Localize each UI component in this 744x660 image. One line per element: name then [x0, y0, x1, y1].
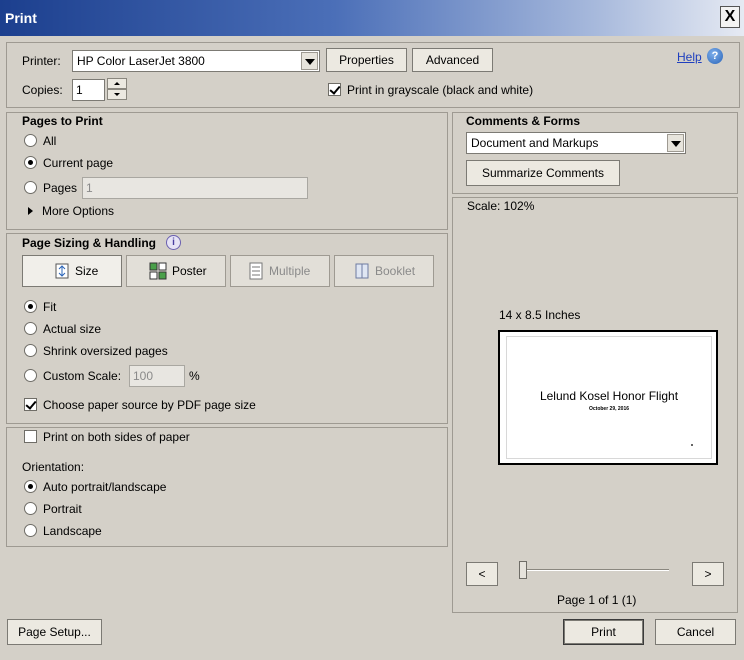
scale-custom-radio[interactable]: [24, 369, 37, 382]
page-status: Page 1 of 1 (1): [557, 593, 637, 607]
poster-icon: [149, 262, 167, 280]
orientation-landscape-radio[interactable]: [24, 524, 37, 537]
expand-triangle-icon[interactable]: [28, 207, 33, 215]
pages-range-input[interactable]: 1: [82, 177, 308, 199]
custom-scale-input[interactable]: 100: [129, 365, 185, 387]
title-bar: Print X: [0, 0, 744, 36]
scale-shrink-label: Shrink oversized pages: [43, 344, 168, 358]
mode-poster-button[interactable]: Poster: [126, 255, 226, 287]
comments-forms-value: Document and Markups: [471, 136, 599, 150]
pages-current-label: Current page: [43, 156, 114, 170]
scale-shrink-radio[interactable]: [24, 344, 37, 357]
percent-label: %: [189, 369, 200, 383]
print-button[interactable]: Print: [563, 619, 644, 645]
more-options-toggle[interactable]: More Options: [42, 204, 114, 218]
printer-label: Printer:: [22, 54, 61, 68]
page-setup-button[interactable]: Page Setup...: [7, 619, 102, 645]
scale-actual-label: Actual size: [43, 322, 102, 336]
preview-document-title: Lelund Kosel Honor Flight: [539, 389, 679, 403]
page-slider-track[interactable]: [523, 569, 669, 571]
size-icon: [55, 263, 69, 279]
page-preview: Lelund Kosel Honor Flight October 29, 20…: [498, 330, 718, 465]
help-icon[interactable]: ?: [707, 48, 723, 64]
comments-forms-select[interactable]: Document and Markups: [466, 132, 686, 154]
pages-range-label: Pages: [43, 181, 78, 195]
multiple-icon: [249, 262, 263, 280]
paper-source-checkbox[interactable]: [24, 398, 37, 411]
paper-source-label: Choose paper source by PDF page size: [43, 398, 256, 412]
dialog-title: Print: [5, 10, 37, 26]
both-sides-checkbox[interactable]: [24, 430, 37, 443]
mode-size-label: Size: [75, 264, 99, 278]
pages-all-label: All: [43, 134, 57, 148]
close-button[interactable]: X: [720, 6, 740, 28]
booklet-icon: [355, 263, 369, 279]
advanced-button[interactable]: Advanced: [412, 48, 493, 72]
summarize-comments-button[interactable]: Summarize Comments: [466, 160, 620, 186]
scale-custom-label: Custom Scale:: [43, 369, 122, 383]
pages-all-radio[interactable]: [24, 134, 37, 147]
pages-range-radio[interactable]: [24, 181, 37, 194]
page-size-label: 14 x 8.5 Inches: [499, 308, 581, 322]
printer-value: HP Color LaserJet 3800: [77, 54, 205, 68]
scale-actual-radio[interactable]: [24, 322, 37, 335]
page-sizing-title: Page Sizing & Handling: [22, 236, 157, 250]
info-icon[interactable]: i: [166, 235, 181, 250]
copies-input[interactable]: 1: [72, 79, 105, 101]
cancel-button[interactable]: Cancel: [655, 619, 736, 645]
orientation-label: Orientation:: [22, 460, 85, 474]
orientation-auto-radio[interactable]: [24, 480, 37, 493]
mode-multiple-button[interactable]: Multiple: [230, 255, 330, 287]
copies-increment-button[interactable]: [107, 78, 127, 89]
scale-fit-radio[interactable]: [24, 300, 37, 313]
close-icon: X: [724, 8, 736, 25]
grayscale-checkbox[interactable]: [328, 83, 341, 96]
pages-to-print-title: Pages to Print: [22, 114, 103, 128]
mode-size-button[interactable]: Size: [22, 255, 122, 287]
orientation-auto-label: Auto portrait/landscape: [43, 480, 167, 494]
mode-poster-label: Poster: [172, 264, 207, 278]
mode-multiple-label: Multiple: [269, 264, 311, 278]
orientation-landscape-label: Landscape: [43, 524, 102, 538]
page-slider-thumb[interactable]: [519, 561, 527, 579]
orientation-portrait-label: Portrait: [43, 502, 82, 516]
orientation-portrait-radio[interactable]: [24, 502, 37, 515]
copies-label: Copies:: [22, 83, 63, 97]
scale-fit-label: Fit: [43, 300, 57, 314]
mode-booklet-button[interactable]: Booklet: [334, 255, 434, 287]
copies-decrement-button[interactable]: [107, 89, 127, 100]
both-sides-label: Print on both sides of paper: [43, 430, 190, 444]
page-preview-content: Lelund Kosel Honor Flight October 29, 20…: [506, 336, 712, 459]
previous-page-button[interactable]: <: [466, 562, 498, 586]
help-link[interactable]: Help: [677, 50, 702, 64]
scale-readout: Scale: 102%: [467, 199, 535, 213]
properties-button[interactable]: Properties: [326, 48, 407, 72]
pages-current-radio[interactable]: [24, 156, 37, 169]
mode-booklet-label: Booklet: [375, 264, 416, 278]
print-dialog: Print X Printer: HP Color LaserJet 3800 …: [0, 0, 744, 660]
next-page-button[interactable]: >: [692, 562, 724, 586]
printer-select[interactable]: HP Color LaserJet 3800: [72, 50, 320, 72]
preview-page-mark: [691, 444, 693, 446]
chevron-down-icon: [667, 134, 684, 152]
comments-forms-title: Comments & Forms: [466, 114, 581, 128]
grayscale-label: Print in grayscale (black and white): [347, 83, 534, 97]
chevron-down-icon: [301, 52, 318, 70]
preview-document-date: October 29, 2016: [588, 406, 630, 412]
